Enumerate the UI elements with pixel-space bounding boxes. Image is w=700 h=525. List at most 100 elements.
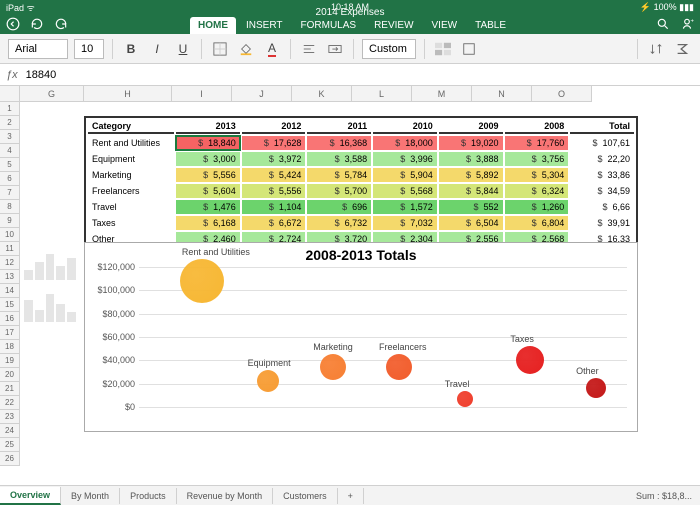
value-cell[interactable]: $ 5,424 — [242, 168, 306, 182]
value-cell[interactable]: $ 5,556 — [176, 168, 240, 182]
value-cell[interactable]: $ 16,368 — [307, 136, 371, 150]
italic-button[interactable]: I — [147, 39, 167, 59]
sort-filter-icon[interactable] — [646, 39, 666, 59]
row-header[interactable]: 10 — [0, 228, 20, 242]
row-header[interactable]: 1 — [0, 102, 20, 116]
value-cell[interactable]: $ 6,504 — [439, 216, 503, 230]
share-icon[interactable]: + — [678, 15, 696, 33]
formula-bar[interactable]: ƒx 18840 — [0, 64, 700, 86]
value-cell[interactable]: $ 5,844 — [439, 184, 503, 198]
col-header[interactable]: N — [472, 86, 532, 102]
row-header[interactable]: 9 — [0, 214, 20, 228]
col-header[interactable]: O — [532, 86, 592, 102]
value-cell[interactable]: $ 3,972 — [242, 152, 306, 166]
category-cell[interactable]: Marketing — [88, 168, 174, 182]
col-header[interactable] — [0, 86, 20, 102]
value-cell[interactable]: $ 6,672 — [242, 216, 306, 230]
row-header[interactable]: 4 — [0, 144, 20, 158]
category-cell[interactable]: Equipment — [88, 152, 174, 166]
table-row[interactable]: Travel$ 1,476$ 1,104$ 696$ 1,572$ 552$ 1… — [88, 200, 634, 214]
back-icon[interactable] — [4, 15, 22, 33]
value-cell[interactable]: $ 1,104 — [242, 200, 306, 214]
row-header[interactable]: 2 — [0, 116, 20, 130]
row-header[interactable]: 5 — [0, 158, 20, 172]
row-header[interactable]: 13 — [0, 270, 20, 284]
value-cell[interactable]: $ 17,628 — [242, 136, 306, 150]
row-header[interactable]: 7 — [0, 186, 20, 200]
col-header[interactable]: I — [172, 86, 232, 102]
row-header[interactable]: 18 — [0, 340, 20, 354]
row-header[interactable]: 3 — [0, 130, 20, 144]
redo-icon[interactable] — [28, 15, 46, 33]
chart-bubble[interactable] — [516, 346, 544, 374]
undo-icon[interactable] — [52, 15, 70, 33]
table-row[interactable]: Equipment$ 3,000$ 3,972$ 3,588$ 3,996$ 3… — [88, 152, 634, 166]
value-cell[interactable]: $ 5,700 — [307, 184, 371, 198]
total-cell[interactable]: $ 22,20 — [570, 152, 634, 166]
sheet-tab-customers[interactable]: Customers — [273, 488, 338, 504]
bold-button[interactable]: B — [121, 39, 141, 59]
chart-bubble[interactable] — [386, 354, 412, 380]
total-cell[interactable]: $ 33,86 — [570, 168, 634, 182]
sheet-tab-revenue-by-month[interactable]: Revenue by Month — [177, 488, 274, 504]
col-header[interactable]: J — [232, 86, 292, 102]
chart-bubble[interactable] — [457, 391, 473, 407]
row-header[interactable]: 24 — [0, 424, 20, 438]
ribbon-tab-review[interactable]: REVIEW — [366, 17, 421, 34]
border-icon[interactable] — [210, 39, 230, 59]
ribbon-tab-table[interactable]: TABLE — [467, 17, 514, 34]
value-cell[interactable]: $ 552 — [439, 200, 503, 214]
row-header[interactable]: 6 — [0, 172, 20, 186]
sheet-tab-overview[interactable]: Overview — [0, 487, 61, 505]
sheet-tab-by-month[interactable]: By Month — [61, 488, 120, 504]
value-cell[interactable]: $ 5,904 — [373, 168, 437, 182]
value-cell[interactable]: $ 5,892 — [439, 168, 503, 182]
ribbon-tab-formulas[interactable]: FORMULAS — [293, 17, 365, 34]
number-format-select[interactable]: Custom — [362, 39, 416, 59]
row-header[interactable]: 23 — [0, 410, 20, 424]
totals-chart[interactable]: 2008-2013 Totals $0$20,000$40,000$60,000… — [84, 242, 638, 432]
font-name-select[interactable]: Arial — [8, 39, 68, 59]
table-row[interactable]: Taxes$ 6,168$ 6,672$ 6,732$ 7,032$ 6,504… — [88, 216, 634, 230]
total-cell[interactable]: $ 107,61 — [570, 136, 634, 150]
value-cell[interactable]: $ 6,168 — [176, 216, 240, 230]
value-cell[interactable]: $ 6,732 — [307, 216, 371, 230]
row-header[interactable]: 15 — [0, 298, 20, 312]
value-cell[interactable]: $ 18,000 — [373, 136, 437, 150]
row-header[interactable]: 16 — [0, 312, 20, 326]
fill-color-icon[interactable] — [236, 39, 256, 59]
value-cell[interactable]: $ 17,760 — [505, 136, 569, 150]
font-color-icon[interactable]: A — [262, 39, 282, 59]
add-sheet-button[interactable]: + — [338, 488, 364, 504]
row-header[interactable]: 20 — [0, 368, 20, 382]
category-cell[interactable]: Rent and Utilities — [88, 136, 174, 150]
value-cell[interactable]: $ 5,556 — [242, 184, 306, 198]
value-cell[interactable]: $ 18,840 — [176, 136, 240, 150]
category-cell[interactable]: Travel — [88, 200, 174, 214]
row-header[interactable]: 12 — [0, 256, 20, 270]
value-cell[interactable]: $ 1,260 — [505, 200, 569, 214]
sheet-tab-products[interactable]: Products — [120, 488, 177, 504]
value-cell[interactable]: $ 5,604 — [176, 184, 240, 198]
table-row[interactable]: Marketing$ 5,556$ 5,424$ 5,784$ 5,904$ 5… — [88, 168, 634, 182]
chart-bubble[interactable] — [586, 378, 606, 398]
value-cell[interactable]: $ 3,588 — [307, 152, 371, 166]
total-cell[interactable]: $ 39,91 — [570, 216, 634, 230]
font-size-select[interactable]: 10 — [74, 39, 104, 59]
total-cell[interactable]: $ 6,66 — [570, 200, 634, 214]
col-header[interactable]: H — [84, 86, 172, 102]
category-cell[interactable]: Freelancers — [88, 184, 174, 198]
col-header[interactable]: M — [412, 86, 472, 102]
cell-styles-icon[interactable] — [433, 39, 453, 59]
value-cell[interactable]: $ 3,000 — [176, 152, 240, 166]
col-header[interactable]: L — [352, 86, 412, 102]
row-header[interactable]: 11 — [0, 242, 20, 256]
col-header[interactable]: K — [292, 86, 352, 102]
value-cell[interactable]: $ 3,888 — [439, 152, 503, 166]
value-cell[interactable]: $ 3,996 — [373, 152, 437, 166]
row-header[interactable]: 21 — [0, 382, 20, 396]
chart-bubble[interactable] — [320, 354, 346, 380]
value-cell[interactable]: $ 696 — [307, 200, 371, 214]
table-row[interactable]: Freelancers$ 5,604$ 5,556$ 5,700$ 5,568$… — [88, 184, 634, 198]
value-cell[interactable]: $ 3,756 — [505, 152, 569, 166]
